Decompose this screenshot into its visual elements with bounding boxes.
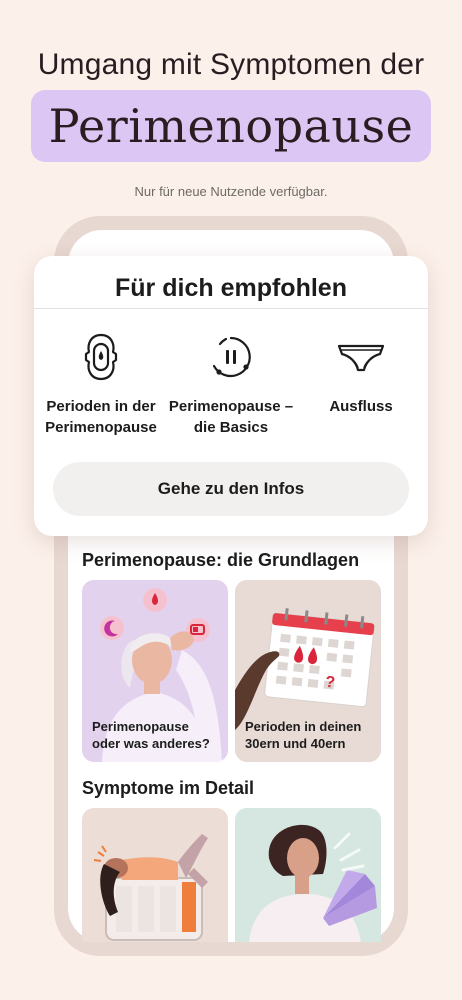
article-tile-hot-flashes[interactable] [235, 808, 381, 942]
article-tile-periods-30s-40s[interactable]: ? Perioden in deinen 30ern und 40ern [235, 580, 381, 762]
topic-label: Perimenopause – die Basics [168, 398, 294, 436]
woman-fan-illustration [249, 824, 377, 942]
go-to-info-button[interactable]: Gehe zu den Infos [53, 462, 409, 516]
card-divider [34, 308, 428, 309]
highlight-pill: Perimenopause [31, 90, 431, 162]
topic-periods-perimenopause[interactable]: Perioden in der Perimenopause [36, 332, 166, 438]
topic-label: Ausfluss [329, 398, 393, 415]
section-title-symptoms: Symptome im Detail [82, 778, 255, 798]
availability-note: Nur für neue Nutzende verfügbar. [134, 184, 328, 199]
tile-caption: Perimenopause oder was anderes? [92, 719, 210, 751]
topic-perimenopause-basics[interactable]: Perimenopause – die Basics [166, 332, 296, 438]
section-title-basics: Perimenopause: die Grundlagen [82, 550, 360, 570]
article-tile-fatigue[interactable] [82, 808, 228, 942]
pad-icon [84, 333, 118, 381]
cycle-pause-icon [212, 336, 251, 378]
article-tile-perimenopause-or-other[interactable]: Perimenopause oder was anderes? [82, 580, 228, 762]
underwear-icon [337, 344, 385, 372]
topic-discharge[interactable]: Ausfluss [296, 332, 426, 417]
headline: Umgang mit Symptomen der [37, 48, 425, 81]
tile-caption: Perioden in deinen 30ern und 40ern [245, 719, 362, 751]
recommendation-card: Für dich empfohlen Perioden in der Perim… [34, 256, 428, 536]
svg-text:?: ? [324, 674, 336, 692]
tired-woman-battery-illustration [93, 834, 208, 941]
topic-label: Perioden in der Perimenopause [45, 398, 157, 436]
card-title: Für dich empfohlen [115, 274, 347, 302]
highlight-text: Perimenopause [48, 99, 414, 153]
